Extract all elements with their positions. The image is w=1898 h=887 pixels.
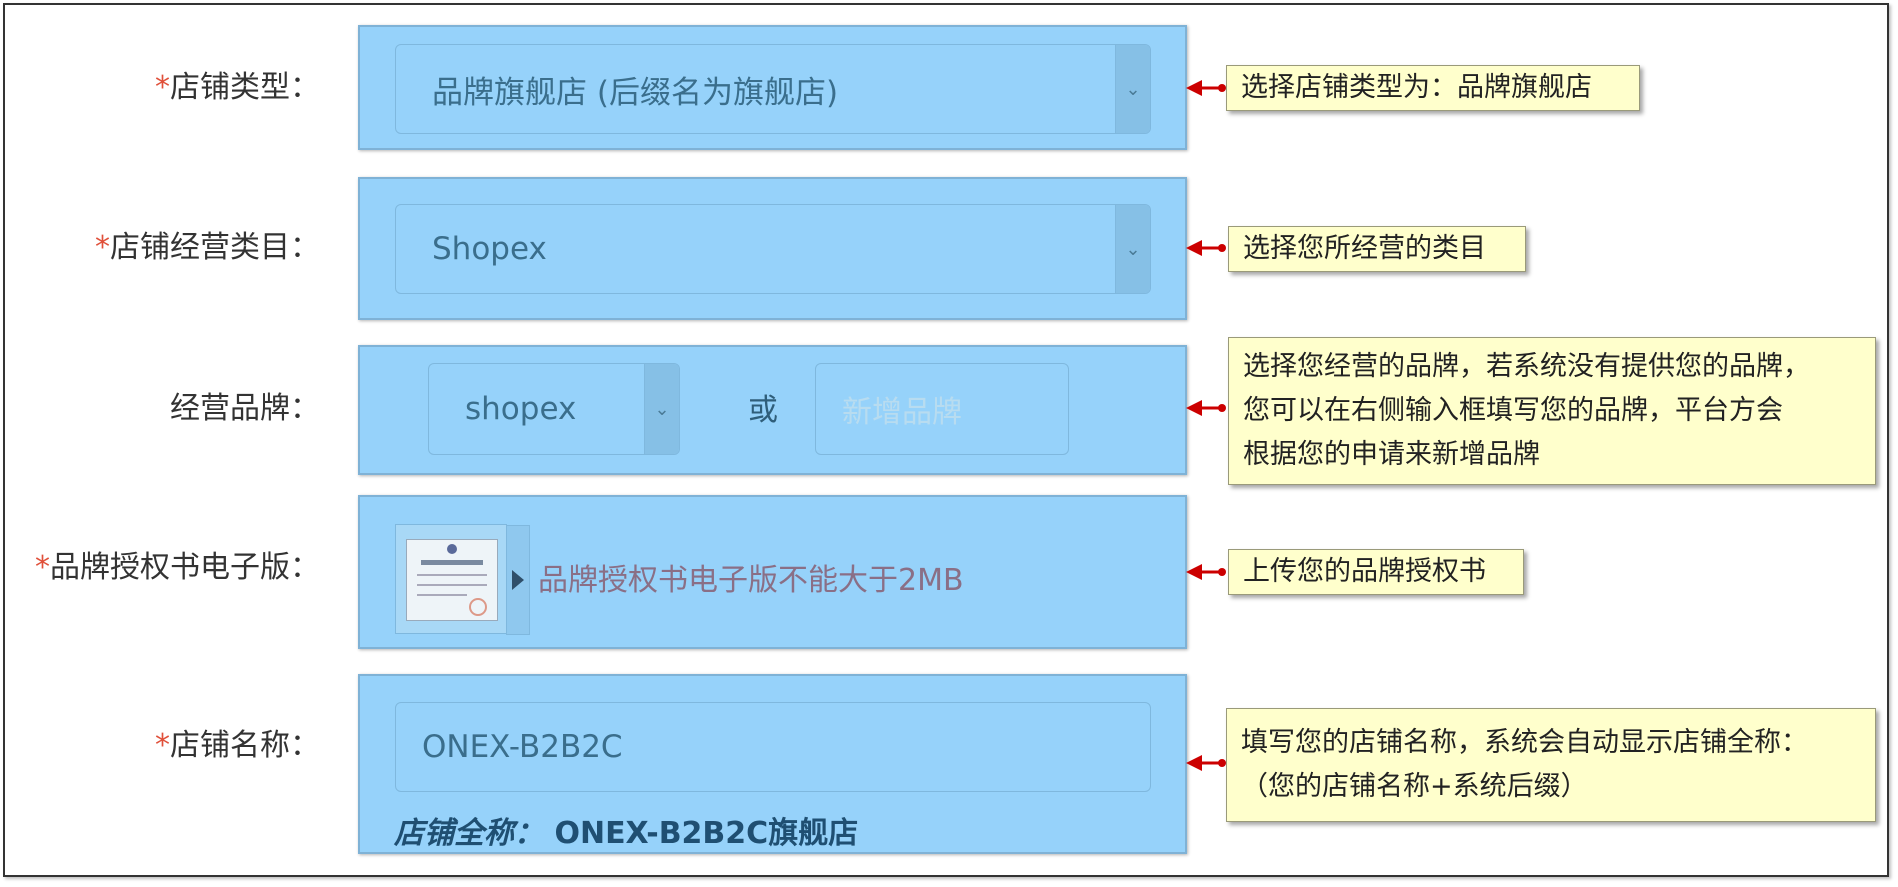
label-store-type: *店铺类型： [155, 70, 320, 105]
authorization-thumbnail[interactable] [395, 524, 530, 635]
store-category-value: Shopex [432, 231, 547, 267]
brand-value: shopex [465, 391, 577, 427]
required-mark: * [155, 728, 170, 763]
panel-store-type: 品牌旗舰店 (后缀名为旗舰店) ⌄ [358, 25, 1187, 150]
panel-brand: shopex ⌄ 或 新增品牌 [358, 345, 1187, 475]
panel-store-category: Shopex ⌄ [358, 177, 1187, 320]
callout-brand: 选择您经营的品牌，若系统没有提供您的品牌， 您可以在右侧输入框填写您的品牌，平台… [1228, 337, 1876, 485]
callout-store-category: 选择您所经营的类目 [1228, 226, 1526, 272]
pointer-arrow-icon [1186, 564, 1226, 580]
store-full-name: 店铺全称： ONEX-B2B2C旗舰店 [394, 816, 859, 851]
pointer-arrow-icon [1186, 240, 1226, 256]
label-store-category: *店铺经营类目： [95, 230, 320, 265]
panel-brand-authorization: 品牌授权书电子版不能大于2MB [358, 495, 1187, 649]
callout-brand-authorization: 上传您的品牌授权书 [1228, 549, 1524, 595]
or-text: 或 [748, 393, 778, 428]
brand-select[interactable]: shopex ⌄ [428, 363, 680, 455]
label-store-name: *店铺名称： [155, 728, 320, 763]
pointer-arrow-icon [1186, 400, 1226, 416]
upload-hint: 品牌授权书电子版不能大于2MB [538, 563, 964, 598]
pointer-arrow-icon [1186, 80, 1226, 96]
chevron-down-icon[interactable]: ⌄ [1115, 205, 1150, 293]
required-mark: * [95, 230, 110, 265]
panel-store-name: ONEX-B2B2C 店铺全称： ONEX-B2B2C旗舰店 [358, 674, 1187, 854]
callout-store-name: 填写您的店铺名称，系统会自动显示店铺全称： （您的店铺名称+系统后缀） [1226, 708, 1876, 822]
callout-store-type: 选择店铺类型为：品牌旗舰店 [1226, 65, 1640, 111]
store-category-select[interactable]: Shopex ⌄ [395, 204, 1151, 294]
label-brand-authorization: *品牌授权书电子版： [35, 550, 320, 585]
store-type-value: 品牌旗舰店 (后缀名为旗舰店) [432, 74, 839, 111]
pointer-arrow-icon [1186, 755, 1226, 771]
new-brand-placeholder: 新增品牌 [842, 395, 962, 430]
document-image-icon [406, 539, 498, 621]
chevron-down-icon[interactable]: ⌄ [644, 364, 679, 454]
new-brand-input[interactable]: 新增品牌 [815, 363, 1069, 455]
play-arrow-icon[interactable] [506, 525, 530, 635]
store-name-input[interactable]: ONEX-B2B2C [395, 702, 1151, 792]
store-full-name-value: ONEX-B2B2C旗舰店 [554, 816, 859, 851]
chevron-down-icon[interactable]: ⌄ [1115, 45, 1150, 133]
store-type-select[interactable]: 品牌旗舰店 (后缀名为旗舰店) ⌄ [395, 44, 1151, 134]
required-mark: * [155, 70, 170, 105]
store-name-value: ONEX-B2B2C [422, 729, 623, 765]
label-brand: 经营品牌： [170, 391, 320, 426]
required-mark: * [35, 550, 50, 585]
